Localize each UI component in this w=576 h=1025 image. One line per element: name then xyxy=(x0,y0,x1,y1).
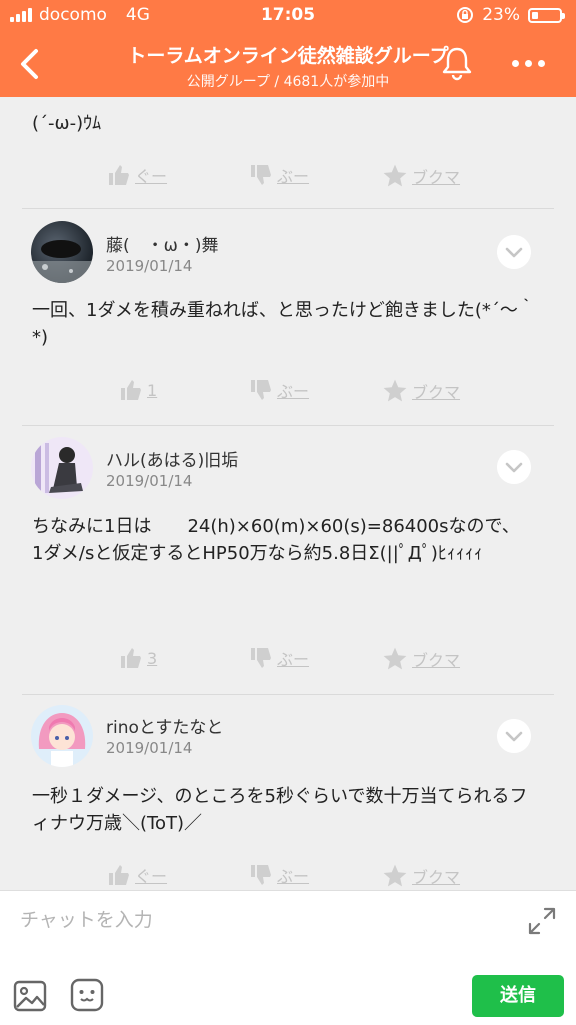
like-count: 3 xyxy=(147,648,158,668)
dislike-button[interactable]: ぶー xyxy=(249,163,309,187)
image-icon[interactable] xyxy=(12,978,48,1014)
chevron-down-icon[interactable] xyxy=(497,719,531,753)
like-count: ぐー xyxy=(135,167,168,186)
post-date: 2019/01/14 xyxy=(106,472,193,490)
post-item: (´-ω-)ｳﾑ ぐー ぶー ブクマ xyxy=(0,97,576,208)
avatar[interactable] xyxy=(31,437,93,499)
expand-icon[interactable] xyxy=(526,905,558,937)
post-actions: 1 ぶー ブクマ xyxy=(0,378,576,408)
battery-percent: 23% xyxy=(482,5,520,25)
post-actions: 3 ぶー ブクマ xyxy=(0,646,576,676)
star-icon xyxy=(383,647,407,670)
thumbs-up-icon xyxy=(121,380,141,400)
bookmark-button[interactable]: ブクマ xyxy=(382,163,460,189)
bookmark-label: ブクマ xyxy=(412,868,461,887)
star-icon xyxy=(383,864,407,887)
bookmark-label: ブクマ xyxy=(412,168,461,187)
like-button[interactable]: ぐー xyxy=(107,863,167,887)
username[interactable]: ハル(あはる)旧垢 xyxy=(106,446,238,471)
like-count: 1 xyxy=(147,380,158,400)
username[interactable]: rinoとすたなと xyxy=(106,713,223,738)
dislike-button[interactable]: ぶー xyxy=(249,863,309,887)
star-icon xyxy=(383,379,407,402)
post-date: 2019/01/14 xyxy=(106,257,193,275)
app-header: docomo 4G 17:05 23% トーラムオンライン徒然雑談グループ 公開… xyxy=(0,0,576,97)
chevron-down-icon[interactable] xyxy=(497,235,531,269)
bookmark-button[interactable]: ブクマ xyxy=(382,863,460,889)
avatar-image xyxy=(38,713,86,767)
dislike-label: ぶー xyxy=(277,867,310,886)
like-count: ぐー xyxy=(135,867,168,886)
post-message: 一回、1ダメを積み重ねれば、と思ったけど飽きました(*´～｀*) xyxy=(32,300,536,348)
post-item: 藤( ・ω・)舞 2019/01/14 一回、1ダメを積み重ねれば、と思ったけど… xyxy=(0,209,576,424)
more-dots-icon[interactable] xyxy=(512,54,556,72)
avatar[interactable] xyxy=(31,221,93,283)
post-item: ハル(あはる)旧垢 2019/01/14 ちなみに1日は 24(h)×60(m)… xyxy=(0,426,576,694)
post-actions: ぐー ぶー ブクマ xyxy=(0,163,576,193)
dislike-label: ぶー xyxy=(277,167,310,186)
group-subtitle: 公開グループ / 4681人が参加中 xyxy=(186,74,390,90)
avatar[interactable] xyxy=(31,705,93,767)
thumbs-up-icon xyxy=(109,165,129,185)
group-title: トーラムオンライン徒然雑談グループ xyxy=(127,45,449,67)
post-date: 2019/01/14 xyxy=(106,739,193,757)
thumbs-down-icon xyxy=(251,648,271,668)
chevron-down-icon[interactable] xyxy=(497,450,531,484)
like-button[interactable]: 1 xyxy=(119,378,157,402)
chat-input[interactable]: チャットを入力 xyxy=(20,905,153,932)
post-actions: ぐー ぶー ブクマ xyxy=(0,863,576,890)
post-message: (´-ω-)ｳﾑ xyxy=(32,113,102,134)
thumbs-up-icon xyxy=(121,648,141,668)
post-item: rinoとすたなと 2019/01/14 一秒１ダメージ、のところを5秒ぐらいで… xyxy=(0,695,576,890)
message-feed[interactable]: (´-ω-)ｳﾑ ぐー ぶー ブクマ 藤( ・ω・)舞 2019/01/14 一… xyxy=(0,97,576,890)
post-message: ちなみに1日は 24(h)×60(m)×60(s)=86400sなので、 1ダメ… xyxy=(32,516,520,564)
thumbs-down-icon xyxy=(251,165,271,185)
send-button[interactable]: 送信 xyxy=(472,975,564,1017)
avatar-image xyxy=(31,240,93,283)
battery-icon xyxy=(528,7,565,23)
thumbs-up-icon xyxy=(109,865,129,885)
status-bar: docomo 4G 17:05 23% xyxy=(0,0,576,30)
orientation-lock-icon xyxy=(457,7,474,23)
dislike-label: ぶー xyxy=(277,382,310,401)
bookmark-label: ブクマ xyxy=(412,383,461,402)
like-button[interactable]: 3 xyxy=(119,646,157,670)
dislike-button[interactable]: ぶー xyxy=(249,646,309,670)
avatar-image xyxy=(35,443,83,493)
bookmark-button[interactable]: ブクマ xyxy=(382,646,460,672)
post-message: 一秒１ダメージ、のところを5秒ぐらいで数十万当てられるフィナウ万歳＼(ToT)／ xyxy=(32,786,528,834)
thumbs-down-icon xyxy=(251,865,271,885)
star-icon xyxy=(383,164,407,187)
like-button[interactable]: ぐー xyxy=(107,163,167,187)
dislike-button[interactable]: ぶー xyxy=(249,378,309,402)
emoji-icon[interactable] xyxy=(69,977,105,1013)
username[interactable]: 藤( ・ω・)舞 xyxy=(106,231,219,256)
dislike-label: ぶー xyxy=(277,650,310,669)
thumbs-down-icon xyxy=(251,380,271,400)
bookmark-label: ブクマ xyxy=(412,651,461,670)
bell-icon[interactable] xyxy=(438,44,476,82)
bookmark-button[interactable]: ブクマ xyxy=(382,378,460,404)
